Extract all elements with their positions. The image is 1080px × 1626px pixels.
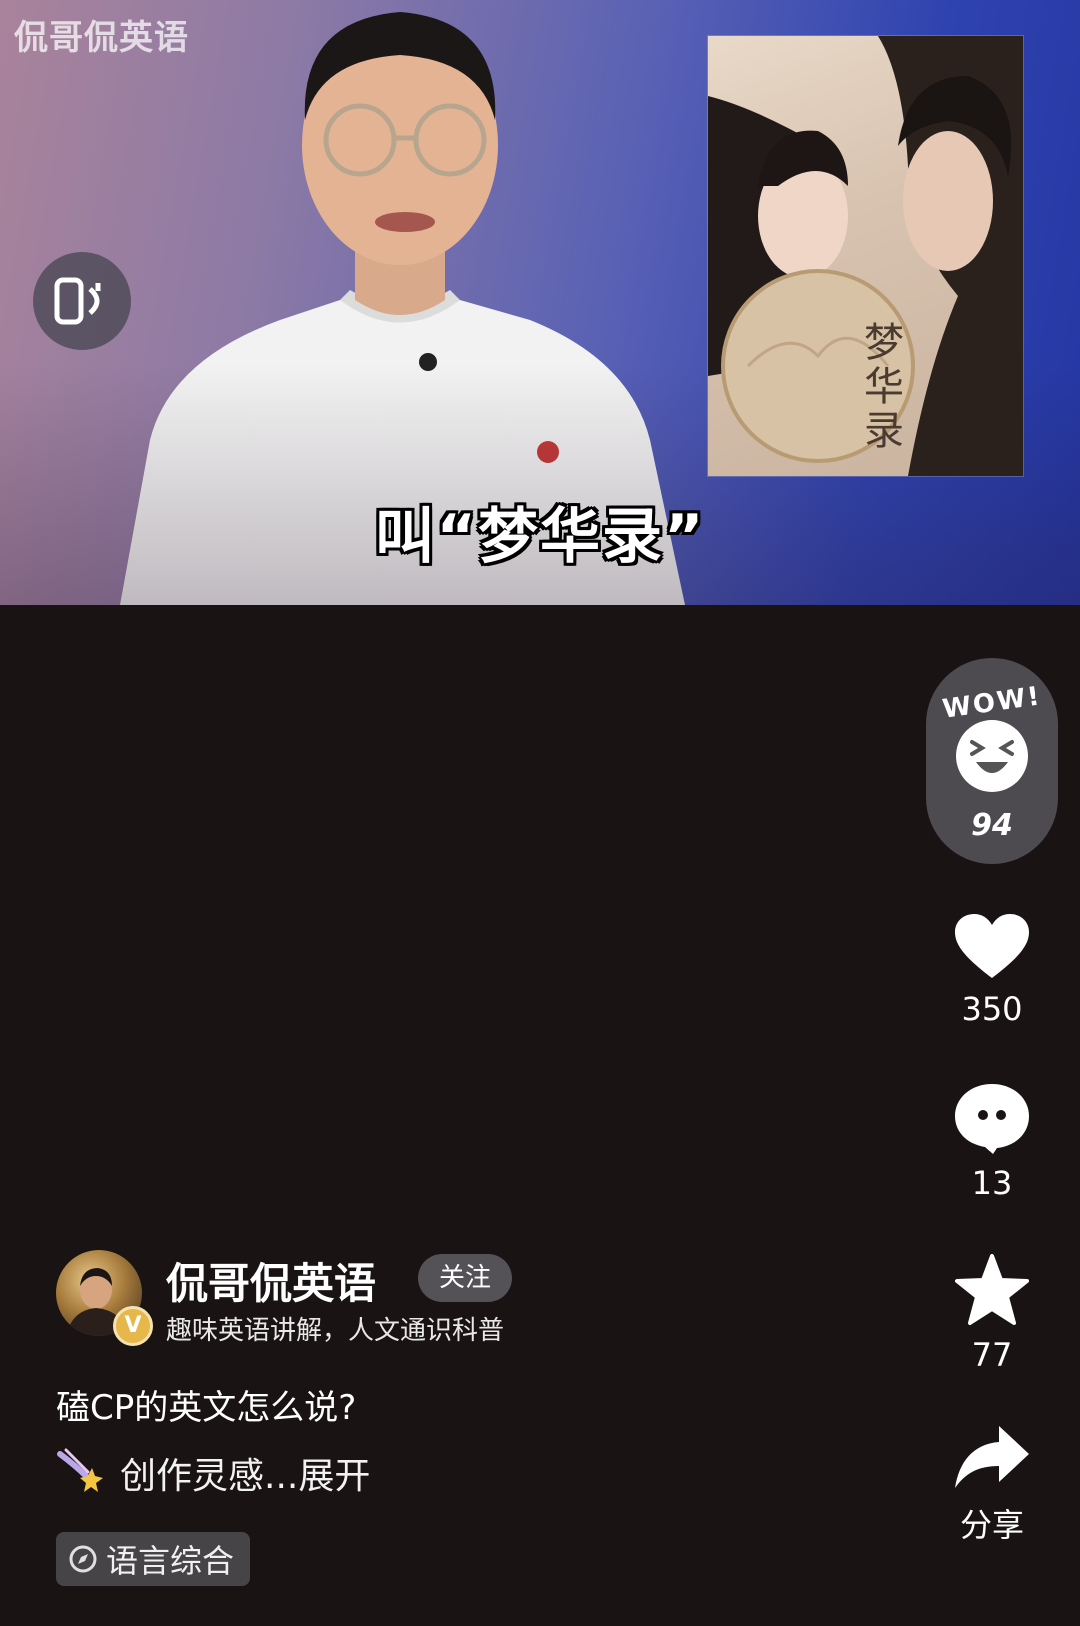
wow-reaction-button[interactable]: WOW! 94 <box>926 658 1058 864</box>
category-tag-label: 语言综合 <box>106 1542 235 1580</box>
inspiration-label: 创作灵感...展开 <box>120 1456 371 1497</box>
rotate-screen-button[interactable] <box>33 252 131 350</box>
wow-count: 94 <box>971 808 1013 843</box>
inspiration-row[interactable]: 创作灵感...展开 <box>56 1447 370 1499</box>
verified-badge: V <box>113 1306 153 1346</box>
like-count: 350 <box>961 990 1023 1028</box>
follow-button[interactable]: 关注 <box>418 1254 512 1302</box>
favorite-button[interactable]: 77 <box>930 1254 1054 1374</box>
author-name[interactable]: 侃哥侃英语 <box>166 1250 376 1311</box>
comment-bubble-icon <box>955 1084 1029 1154</box>
share-button[interactable]: 分享 <box>930 1424 1054 1546</box>
heart-icon <box>955 914 1029 978</box>
video-caption[interactable]: 磕CP的英文怎么说? <box>56 1380 356 1429</box>
phone-rotate-icon <box>54 277 101 325</box>
star-icon <box>955 1254 1029 1325</box>
video-player[interactable]: 侃哥侃英语 梦华录 叫“梦华录” <box>0 0 1080 605</box>
wow-face-icon <box>956 720 1028 792</box>
comment-button[interactable]: 13 <box>930 1082 1054 1202</box>
compass-icon <box>69 1545 97 1573</box>
author-bio: 趣味英语讲解，人文通识科普 <box>166 1316 505 1346</box>
share-label: 分享 <box>959 1506 1024 1544</box>
favorite-count: 77 <box>971 1336 1013 1374</box>
share-arrow-icon <box>955 1426 1029 1488</box>
video-subtitle: 叫“梦华录” <box>374 502 706 572</box>
like-button[interactable]: 350 <box>930 912 1054 1028</box>
comment-count: 13 <box>971 1164 1013 1202</box>
drama-poster: 梦华录 <box>708 36 1023 476</box>
category-tag[interactable]: 语言综合 <box>56 1532 251 1586</box>
comet-icon <box>57 1448 103 1492</box>
poster-title: 梦华录 <box>857 321 903 453</box>
video-watermark: 侃哥侃英语 <box>14 18 189 58</box>
